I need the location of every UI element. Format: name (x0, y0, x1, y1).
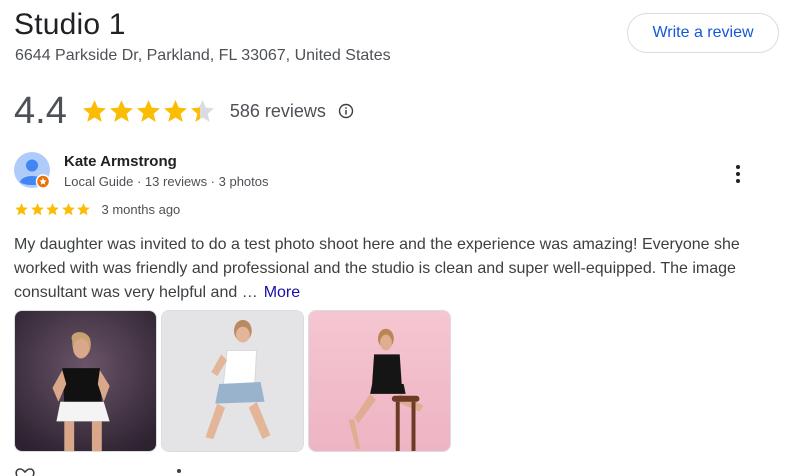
star-icon (82, 99, 106, 122)
review-actions (14, 466, 186, 476)
star-icon (15, 203, 28, 216)
more-link[interactable]: More (264, 284, 300, 301)
review-photo-3[interactable] (308, 310, 451, 452)
review-photo-2[interactable] (161, 310, 304, 452)
rating-summary: 4.4 586 reviews (14, 88, 354, 134)
rating-value: 4.4 (14, 89, 67, 132)
star-icon (136, 99, 160, 122)
like-icon[interactable] (14, 466, 36, 476)
reviewer-meta: Local Guide · 13 reviews · 3 photos (64, 174, 269, 189)
photo-image (15, 311, 156, 451)
star-icon (109, 99, 133, 122)
review-body: My daughter was invited to do a test pho… (14, 236, 740, 301)
share-icon[interactable] (172, 466, 186, 476)
reviews-count-link[interactable]: 586 reviews (230, 101, 326, 122)
rating-stars (81, 98, 216, 125)
more-options-button[interactable] (724, 160, 752, 188)
more-vert-icon (736, 165, 740, 183)
review-stars (14, 202, 92, 217)
write-review-button[interactable]: Write a review (627, 13, 779, 53)
star-icon (163, 99, 187, 122)
avatar[interactable] (14, 152, 51, 189)
review-photos (14, 310, 455, 452)
reviewer-name[interactable]: Kate Armstrong (64, 153, 269, 170)
review-rating-row: 3 months ago (14, 202, 180, 217)
review-time: 3 months ago (101, 202, 181, 217)
review-author: Kate Armstrong Local Guide · 13 reviews … (14, 152, 269, 189)
star-icon (77, 203, 90, 216)
business-address: 6644 Parkside Dr, Parkland, FL 33067, Un… (15, 47, 391, 64)
avatar-icon (14, 152, 51, 189)
business-title: Studio 1 (14, 8, 126, 41)
review-photo-1[interactable] (14, 310, 157, 452)
star-icon (61, 203, 75, 216)
photo-image (162, 311, 303, 451)
photo-image (309, 311, 450, 451)
star-icon (46, 203, 59, 216)
star-icon (190, 99, 214, 122)
review-text: My daughter was invited to do a test pho… (14, 233, 754, 305)
star-icon (30, 203, 44, 216)
info-icon[interactable] (338, 103, 354, 119)
